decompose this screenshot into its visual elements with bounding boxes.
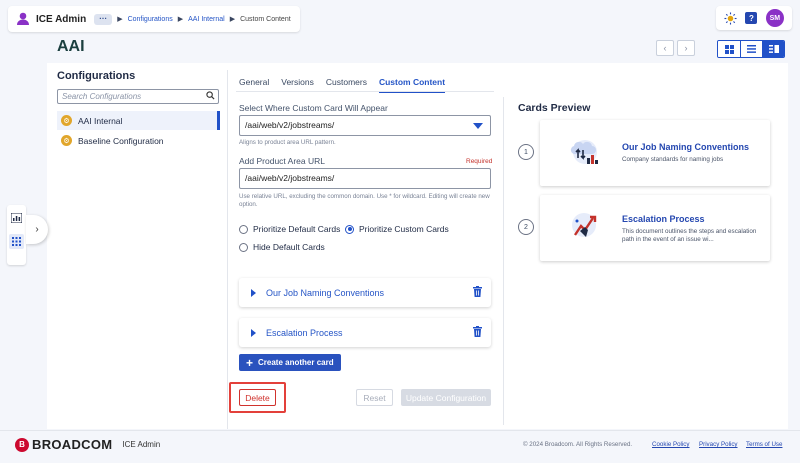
url-help-text: Use relative URL, excluding the common d… bbox=[239, 193, 490, 208]
footer-app-name: ICE Admin bbox=[122, 440, 161, 449]
analytics-icon[interactable] bbox=[11, 213, 22, 223]
card-number-badge: 2 bbox=[518, 219, 534, 235]
pager: ‹ › bbox=[656, 40, 695, 56]
grid-view-button[interactable] bbox=[718, 41, 740, 57]
chevron-left-icon: ‹ bbox=[663, 43, 667, 53]
preview-card-description: Company standards for naming jobs bbox=[622, 156, 724, 163]
preview-card-escalation[interactable]: Escalation Process This document outline… bbox=[540, 195, 770, 261]
radio-label: Prioritize Custom Cards bbox=[359, 224, 449, 234]
list-view-button[interactable] bbox=[740, 41, 762, 57]
reset-button[interactable]: Reset bbox=[356, 389, 393, 406]
brand-name: BROADCOM bbox=[32, 437, 113, 452]
gear-icon: ⚙ bbox=[61, 115, 72, 126]
accordion-job-naming[interactable]: Our Job Naming Conventions bbox=[239, 278, 491, 307]
sidebar-item-label: AAI Internal bbox=[78, 115, 123, 126]
expand-sidebar-button[interactable]: › bbox=[26, 215, 48, 244]
breadcrumb-aai-internal[interactable]: AAI Internal bbox=[188, 16, 225, 23]
breadcrumb-separator-icon: ▶ bbox=[177, 16, 184, 23]
sidebar-title: Configurations bbox=[57, 70, 136, 82]
radio-icon bbox=[239, 224, 248, 234]
user-avatar[interactable]: SM bbox=[765, 9, 784, 27]
previous-page-button[interactable]: ‹ bbox=[656, 40, 674, 56]
search-placeholder: Search Configurations bbox=[62, 92, 142, 101]
caret-right-icon bbox=[251, 328, 256, 337]
next-page-button[interactable]: › bbox=[677, 40, 695, 56]
list-view-icon bbox=[747, 45, 756, 53]
search-icon[interactable] bbox=[206, 91, 215, 104]
trash-icon[interactable] bbox=[473, 326, 482, 337]
apps-button[interactable] bbox=[9, 234, 24, 249]
help-icon[interactable]: ? bbox=[745, 12, 758, 24]
caret-right-icon bbox=[251, 288, 256, 297]
cards-preview-title: Cards Preview bbox=[518, 102, 591, 114]
app-title: ICE Admin bbox=[36, 13, 87, 25]
sidebar-item-baseline-configuration[interactable]: ⚙ Baseline Configuration bbox=[57, 131, 220, 150]
preview-card-title: Escalation Process bbox=[622, 214, 705, 224]
preview-card-title: Our Job Naming Conventions bbox=[622, 142, 750, 152]
footer-brand: B BROADCOM ICE Admin bbox=[15, 437, 160, 452]
sidebar-item-aai-internal[interactable]: ⚙ AAI Internal bbox=[57, 111, 220, 130]
location-help-text: Aligns to product area URL pattern. bbox=[239, 139, 336, 146]
sun-icon[interactable] bbox=[724, 11, 737, 25]
product-area-url-input[interactable]: /aai/web/v2/jobstreams/ bbox=[239, 168, 491, 189]
view-switcher bbox=[717, 40, 785, 58]
breadcrumb-separator-icon: ▶ bbox=[229, 16, 236, 23]
radio-label: Prioritize Default Cards bbox=[253, 224, 341, 234]
apps-grid-icon bbox=[12, 237, 21, 246]
radio-prioritize-default[interactable]: Prioritize Default Cards bbox=[239, 224, 340, 234]
breadcrumb-more-button[interactable]: ··· bbox=[94, 13, 113, 25]
radio-selected-icon bbox=[345, 224, 354, 234]
update-configuration-button[interactable]: Update Configuration bbox=[401, 389, 491, 406]
sidebar-item-label: Baseline Configuration bbox=[78, 135, 164, 146]
accordion-escalation-process[interactable]: Escalation Process bbox=[239, 318, 491, 347]
page-title: AAI bbox=[57, 38, 85, 55]
caret-down-icon bbox=[473, 123, 483, 129]
copyright: © 2024 Broadcom. All Rights Reserved. bbox=[523, 441, 633, 448]
detail-view-icon bbox=[768, 45, 779, 53]
breadcrumb-custom-content: Custom Content bbox=[240, 15, 291, 23]
gear-icon: ⚙ bbox=[61, 135, 72, 146]
location-select[interactable]: /aai/web/v2/jobstreams/ bbox=[239, 115, 491, 136]
broadcom-logo-icon: B bbox=[15, 437, 29, 452]
create-another-card-button[interactable]: + Create another card bbox=[239, 354, 341, 371]
card-number-badge: 1 bbox=[518, 144, 534, 160]
terms-of-use-link[interactable]: Terms of Use bbox=[746, 441, 782, 448]
escalation-arrow-icon bbox=[572, 213, 597, 237]
user-icon bbox=[17, 12, 29, 25]
breadcrumb-separator-icon: ▶ bbox=[117, 16, 123, 23]
create-card-label: Create another card bbox=[258, 358, 334, 367]
sidebar-search-input[interactable]: Search Configurations bbox=[57, 89, 219, 104]
radio-hide-default[interactable]: Hide Default Cards bbox=[239, 242, 325, 252]
preview-card-job-naming[interactable]: Our Job Naming Conventions Company stand… bbox=[540, 120, 770, 186]
radio-label: Hide Default Cards bbox=[253, 242, 325, 252]
location-select-value: /aai/web/v2/jobstreams/ bbox=[245, 120, 335, 130]
detail-view-button[interactable] bbox=[762, 41, 784, 57]
sorting-chart-icon bbox=[570, 140, 598, 164]
breadcrumb-configurations[interactable]: Configurations bbox=[128, 16, 173, 23]
radio-prioritize-custom[interactable]: Prioritize Custom Cards bbox=[345, 224, 449, 234]
accordion-label: Escalation Process bbox=[266, 327, 343, 338]
privacy-policy-link[interactable]: Privacy Policy bbox=[699, 441, 738, 448]
plus-icon: + bbox=[246, 355, 254, 370]
url-input-value: /aai/web/v2/jobstreams/ bbox=[245, 173, 335, 183]
url-label: Add Product Area URL bbox=[239, 156, 325, 166]
header-tools: ? SM bbox=[716, 6, 792, 30]
preview-card-description: This document outlines the steps and esc… bbox=[622, 228, 757, 243]
delete-button[interactable]: Delete bbox=[239, 389, 276, 406]
required-indicator: Required bbox=[466, 158, 493, 165]
chevron-right-icon: › bbox=[35, 224, 39, 235]
accordion-label: Our Job Naming Conventions bbox=[266, 287, 385, 298]
tab-underline bbox=[236, 91, 494, 92]
top-header: ICE Admin ··· ▶ Configurations ▶ AAI Int… bbox=[8, 6, 300, 32]
preview-divider bbox=[503, 97, 504, 425]
sidebar-divider bbox=[227, 70, 228, 429]
location-label: Select Where Custom Card Will Appear bbox=[239, 103, 388, 113]
left-rail bbox=[7, 205, 26, 265]
grid-view-icon bbox=[724, 44, 734, 54]
cookie-policy-link[interactable]: Cookie Policy bbox=[652, 441, 690, 448]
radio-icon bbox=[239, 242, 248, 252]
trash-icon[interactable] bbox=[473, 286, 482, 297]
chevron-right-icon: › bbox=[684, 43, 688, 53]
